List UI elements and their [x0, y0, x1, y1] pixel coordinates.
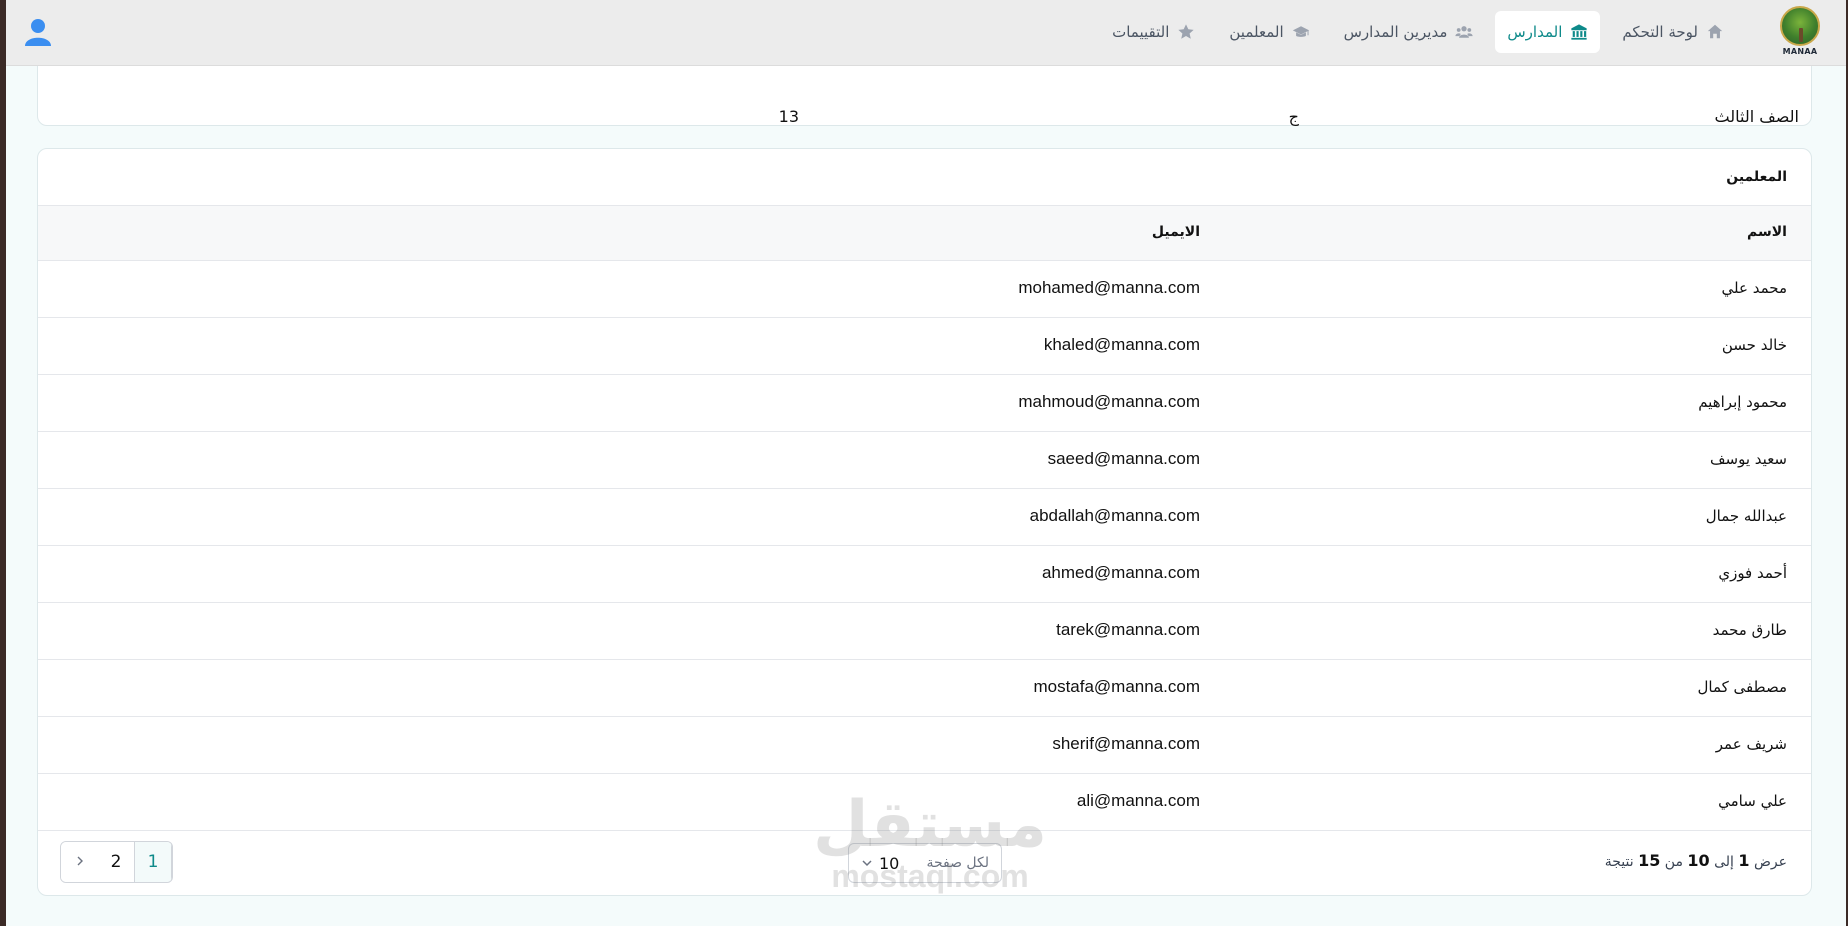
page-button-1[interactable]: 1	[135, 842, 172, 882]
brand-logo[interactable]: MANAA	[1776, 6, 1824, 62]
students-count-value: 13	[778, 107, 799, 126]
teacher-email: mahmoud@manna.com	[1018, 392, 1200, 411]
nav-item-dashboard[interactable]: لوحة التحكم	[1610, 11, 1736, 53]
per-page-label: لكل صفحة	[926, 855, 989, 871]
summary-total: 15	[1638, 851, 1661, 870]
nav-item-school-managers[interactable]: مديرين المدارس	[1332, 11, 1486, 53]
home-icon	[1706, 23, 1724, 41]
nav-label: مديرين المدارس	[1343, 23, 1448, 41]
teacher-email: saeed@manna.com	[1047, 449, 1200, 468]
teacher-name: عبدالله جمال	[1705, 507, 1787, 525]
school-icon	[1570, 23, 1588, 41]
nav-item-evaluations[interactable]: التقييمات	[1100, 11, 1207, 53]
nav-label: المدارس	[1507, 23, 1563, 41]
graduation-cap-icon	[1292, 23, 1310, 41]
tree-logo-icon	[1780, 6, 1820, 46]
teacher-email: ahmed@manna.com	[1041, 563, 1200, 582]
window-frame-left	[0, 0, 6, 926]
teacher-email: ali@manna.com	[1076, 791, 1200, 810]
teacher-name: علي سامي	[1718, 792, 1787, 810]
pagination-controls: 1 2	[60, 841, 173, 883]
teacher-email: mostafa@manna.com	[1033, 677, 1200, 696]
teacher-name: طارق محمد	[1712, 621, 1787, 639]
chevron-down-icon	[861, 854, 873, 873]
main-nav: لوحة التحكم المدارس مديرين المدارس المعل…	[1100, 11, 1736, 53]
summary-prefix: عرض	[1753, 854, 1787, 870]
column-header-email: الايميل	[1151, 224, 1200, 240]
teacher-name: أحمد فوزي	[1718, 564, 1787, 582]
table-footer: عرض 1 إلى 10 من 15 نتيجة لكل صفحة 10 1 2	[38, 829, 1811, 895]
nav-item-teachers[interactable]: المعلمين	[1217, 11, 1321, 53]
top-navbar: MANAA لوحة التحكم المدارس مديرين المدارس…	[6, 0, 1846, 66]
section-value: ج	[1288, 107, 1299, 126]
table-row[interactable]: محمود إبراهيم mahmoud@manna.com	[38, 375, 1811, 432]
teacher-name: محمود إبراهيم	[1698, 393, 1787, 411]
per-page-value: 10	[879, 853, 900, 873]
teacher-email: mohamed@manna.com	[1018, 278, 1200, 297]
summary-from: 1	[1738, 851, 1750, 870]
teacher-name: محمد علي	[1721, 279, 1787, 297]
star-icon	[1177, 23, 1195, 41]
teacher-email: abdallah@manna.com	[1029, 506, 1200, 525]
table-header: الاسم الايميل	[38, 205, 1811, 261]
teacher-name: شريف عمر	[1715, 735, 1787, 753]
user-avatar-icon[interactable]	[22, 16, 54, 48]
teacher-name: خالد حسن	[1721, 336, 1787, 354]
table-row[interactable]: شريف عمر sherif@manna.com	[38, 717, 1811, 774]
nav-label: لوحة التحكم	[1622, 23, 1698, 41]
teacher-name: مصطفى كمال	[1697, 678, 1788, 696]
chevron-right-icon	[75, 852, 85, 872]
pagination-summary: عرض 1 إلى 10 من 15 نتيجة	[1605, 851, 1787, 870]
summary-to-word: إلى	[1714, 854, 1734, 870]
teachers-card: المعلمين الاسم الايميل محمد علي mohamed@…	[37, 148, 1812, 896]
class-name-value: الصف الثالث	[1714, 107, 1799, 126]
summary-of-word: من	[1664, 854, 1683, 870]
nav-label: التقييمات	[1112, 23, 1170, 41]
summary-to: 10	[1687, 851, 1710, 870]
next-page-button[interactable]	[61, 842, 98, 882]
column-header-name: الاسم	[1747, 224, 1787, 240]
per-page-select[interactable]: لكل صفحة 10	[848, 843, 1002, 883]
teacher-email: tarek@manna.com	[1056, 620, 1200, 639]
teacher-email: sherif@manna.com	[1052, 734, 1200, 753]
page-button-2[interactable]: 2	[98, 842, 135, 882]
table-row[interactable]: علي سامي ali@manna.com	[38, 774, 1811, 831]
table-row[interactable]: مصطفى كمال mostafa@manna.com	[38, 660, 1811, 717]
nav-item-schools[interactable]: المدارس	[1495, 11, 1601, 53]
teacher-email: khaled@manna.com	[1043, 335, 1200, 354]
table-row[interactable]: خالد حسن khaled@manna.com	[38, 318, 1811, 375]
table-row[interactable]: عبدالله جمال abdallah@manna.com	[38, 489, 1811, 546]
table-row[interactable]: محمد علي mohamed@manna.com	[38, 261, 1811, 318]
nav-label: المعلمين	[1229, 23, 1284, 41]
brand-logo-text: MANAA	[1782, 47, 1818, 56]
teachers-card-title: المعلمين	[1726, 169, 1787, 185]
summary-suffix: نتيجة	[1604, 854, 1634, 870]
teacher-name: سعيد يوسف	[1710, 450, 1787, 468]
users-icon	[1455, 23, 1473, 41]
table-row[interactable]: طارق محمد tarek@manna.com	[38, 603, 1811, 660]
table-row[interactable]: أحمد فوزي ahmed@manna.com	[38, 546, 1811, 603]
table-row[interactable]: سعيد يوسف saeed@manna.com	[38, 432, 1811, 489]
